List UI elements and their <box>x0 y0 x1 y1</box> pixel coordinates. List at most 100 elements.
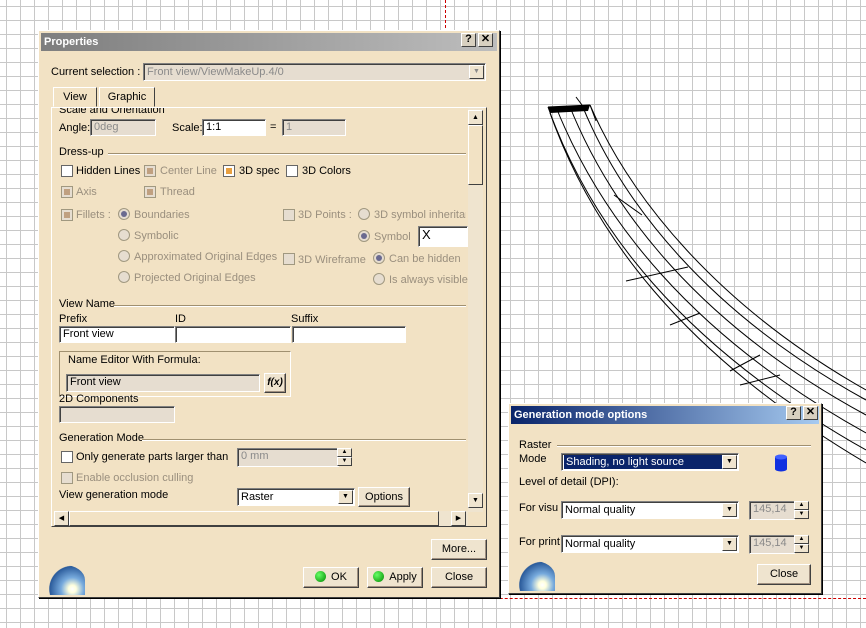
symbol-inherit-radio[interactable] <box>358 208 370 220</box>
apply-label: Apply <box>389 571 417 583</box>
spin-down-icon[interactable]: ▼ <box>794 544 809 553</box>
id-field[interactable] <box>175 326 291 343</box>
scale-field[interactable]: 1:1 <box>202 119 266 136</box>
occlusion-checkbox[interactable] <box>61 472 73 484</box>
axis-label: Axis <box>76 186 97 198</box>
hscroll-thumb[interactable] <box>69 511 439 526</box>
spec3d-label: 3D spec <box>239 165 280 177</box>
gen-close-button[interactable]: Close <box>757 564 811 585</box>
suffix-field[interactable] <box>292 326 406 343</box>
chevron-down-icon[interactable]: ▼ <box>338 490 353 504</box>
catia-globe-logo <box>43 565 85 595</box>
can-be-hidden-radio[interactable] <box>373 252 385 264</box>
cylinder-icon <box>775 454 787 472</box>
red-frame-vertical <box>445 0 446 28</box>
points3d-checkbox[interactable] <box>283 209 295 221</box>
always-visible-radio[interactable] <box>373 273 385 285</box>
thread-checkbox[interactable] <box>144 186 156 198</box>
occlusion-label: Enable occlusion culling <box>76 472 194 484</box>
tab-view[interactable]: View <box>53 87 97 107</box>
wireframe3d-checkbox[interactable] <box>283 253 295 265</box>
scroll-left-icon[interactable]: ◀ <box>54 511 69 526</box>
symbol-radio[interactable] <box>358 230 370 242</box>
hidden-lines-checkbox[interactable] <box>61 165 73 177</box>
spin-down-icon[interactable]: ▼ <box>794 510 809 519</box>
help-button[interactable]: ? <box>461 33 476 47</box>
options-button[interactable]: Options <box>358 487 410 507</box>
generation-title-bar[interactable]: Generation mode options <box>511 406 819 424</box>
print-label: For print <box>519 536 560 548</box>
gen-close-icon[interactable]: ✕ <box>803 406 818 420</box>
center-line-checkbox[interactable] <box>144 165 156 177</box>
current-selection-value: Front view/ViewMakeUp.4/0 <box>147 66 284 78</box>
boundaries-label: Boundaries <box>134 209 190 221</box>
ok-button[interactable]: OK <box>303 567 359 588</box>
spin-down-icon[interactable]: ▼ <box>337 457 352 466</box>
scroll-down-icon[interactable]: ▼ <box>468 493 483 508</box>
view-gen-mode-combo[interactable]: Raster ▼ <box>237 488 355 506</box>
hidden-lines-label: Hidden Lines <box>76 165 141 177</box>
tab-graphic-label: Graphic <box>107 91 147 103</box>
scroll-right-icon[interactable]: ▶ <box>451 511 466 526</box>
print-dpi-field[interactable]: 145,14 <box>749 535 795 554</box>
suffix-label: Suffix <box>291 313 319 325</box>
ok-status-icon <box>315 571 327 582</box>
chevron-down-icon[interactable]: ▼ <box>722 503 737 517</box>
approx-edges-label: Approximated Original Edges <box>134 251 278 263</box>
mode-label: Mode <box>519 453 547 465</box>
angle-field[interactable]: 0deg <box>90 119 156 136</box>
chevron-down-icon[interactable]: ▼ <box>469 65 484 79</box>
thread-label: Thread <box>160 186 195 198</box>
chevron-down-icon[interactable]: ▼ <box>722 537 737 551</box>
projected-edges-radio[interactable] <box>118 271 130 283</box>
approx-edges-radio[interactable] <box>118 250 130 262</box>
print-value: Normal quality <box>565 538 636 550</box>
spin-up-icon[interactable]: ▲ <box>794 501 809 510</box>
scale-section-label: Scale and Orientation <box>59 107 165 116</box>
mode-combo[interactable]: Shading, no light source ▼ <box>561 453 739 471</box>
scale-result-field: 1 <box>282 119 346 136</box>
scroll-thumb[interactable] <box>468 125 483 185</box>
visu-combo[interactable]: Normal quality ▼ <box>561 501 739 519</box>
formula-button[interactable]: f(x) <box>264 373 286 393</box>
only-generate-label: Only generate parts larger than <box>76 451 229 463</box>
chevron-down-icon[interactable]: ▼ <box>722 455 737 469</box>
horizontal-scrollbar[interactable]: ◀ ▶ <box>54 511 468 526</box>
spin-up-icon[interactable]: ▲ <box>337 448 352 457</box>
visu-dpi-field[interactable]: 145,14 <box>749 501 795 520</box>
colors3d-checkbox[interactable] <box>286 165 298 177</box>
print-dpi-spinner[interactable]: ▲ ▼ <box>794 535 809 553</box>
scroll-up-icon[interactable]: ▲ <box>468 110 483 125</box>
spec3d-checkbox[interactable] <box>223 165 235 177</box>
gen-help-button[interactable]: ? <box>786 406 801 420</box>
tab-graphic[interactable]: Graphic <box>99 87 155 107</box>
spin-up-icon[interactable]: ▲ <box>794 535 809 544</box>
close-icon[interactable]: ✕ <box>478 33 493 47</box>
symbolic-label: Symbolic <box>134 230 179 242</box>
visu-dpi-spinner[interactable]: ▲ ▼ <box>794 501 809 519</box>
only-generate-field[interactable]: 0 mm <box>237 448 339 467</box>
current-selection-combo[interactable]: Front view/ViewMakeUp.4/0 ▼ <box>143 63 486 81</box>
close-button[interactable]: Close <box>431 567 487 588</box>
axis-checkbox[interactable] <box>61 186 73 198</box>
boundaries-radio[interactable] <box>118 208 130 220</box>
only-generate-checkbox[interactable] <box>61 451 73 463</box>
name-editor-group: Name Editor With Formula: Front view f(x… <box>59 351 291 397</box>
angle-label: Angle: <box>59 122 91 134</box>
fillets-label: Fillets : <box>76 209 111 221</box>
catia-globe-logo <box>513 561 555 591</box>
properties-title-bar[interactable]: Properties <box>41 33 497 51</box>
apply-button[interactable]: Apply <box>367 567 423 588</box>
print-combo[interactable]: Normal quality ▼ <box>561 535 739 553</box>
components2d-field[interactable] <box>59 406 175 423</box>
raster-separator <box>557 445 811 447</box>
fillets-checkbox[interactable] <box>61 209 73 221</box>
symbolic-radio[interactable] <box>118 229 130 241</box>
vertical-scrollbar[interactable]: ▲ ▼ <box>468 108 483 512</box>
only-generate-spinner[interactable]: ▲ ▼ <box>337 448 352 466</box>
more-button[interactable]: More... <box>431 539 487 560</box>
symbol-field[interactable]: X <box>418 226 468 247</box>
tab-panel: Scale and Orientation Angle: 0deg Scale:… <box>51 107 487 527</box>
prefix-field[interactable]: Front view <box>59 326 175 343</box>
name-editor-field[interactable]: Front view <box>66 374 260 392</box>
